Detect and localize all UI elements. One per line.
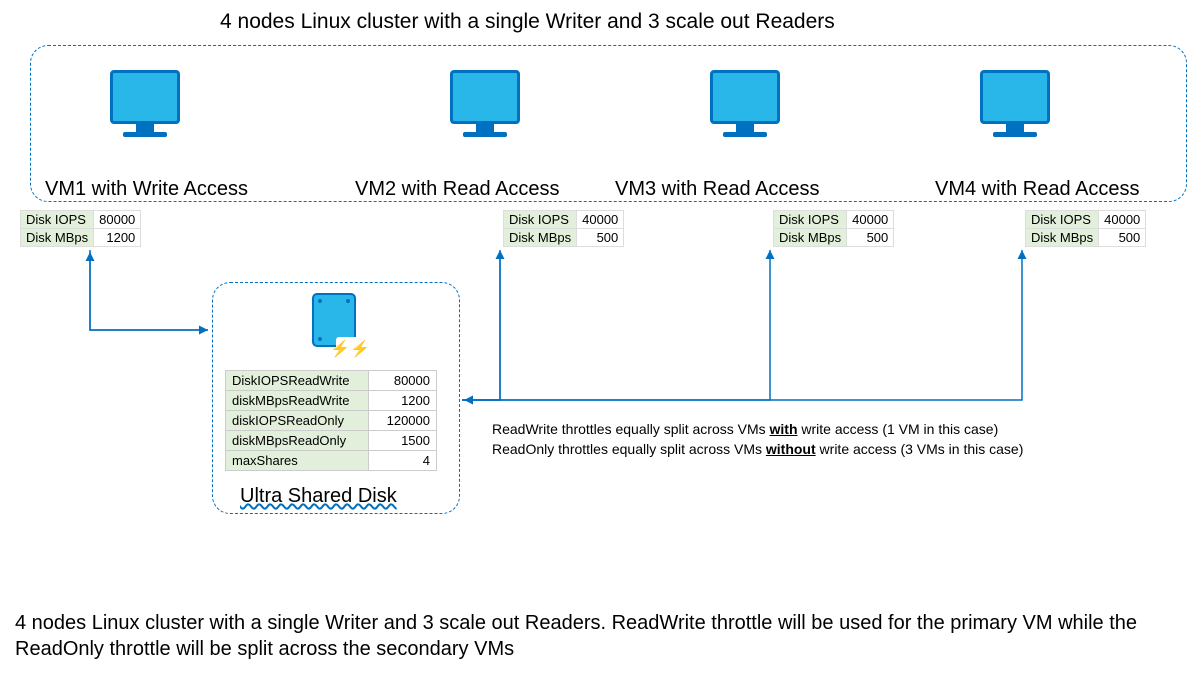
disk-properties-table: DiskIOPSReadWrite80000 diskMBpsReadWrite… <box>225 370 437 471</box>
disk-row-value: 120000 <box>369 411 437 431</box>
note-line2b: without <box>766 441 816 457</box>
vm3-stats: Disk IOPS40000 Disk MBps500 <box>773 210 894 247</box>
monitor-stand-icon <box>736 124 754 132</box>
disk-title: Ultra Shared Disk <box>240 485 397 508</box>
monitor-icon <box>710 70 780 124</box>
vm3-iops-label: Disk IOPS <box>774 211 847 229</box>
monitor-base-icon <box>123 132 167 137</box>
disk-row-label: maxShares <box>226 451 369 471</box>
vm1-mbps-value: 1200 <box>94 229 141 247</box>
vm3-mbps-label: Disk MBps <box>774 229 847 247</box>
vm4-iops-value: 40000 <box>1099 211 1146 229</box>
vm2-iops-label: Disk IOPS <box>504 211 577 229</box>
vm3-mbps-value: 500 <box>847 229 894 247</box>
monitor-icon <box>450 70 520 124</box>
disk-row-value: 1500 <box>369 431 437 451</box>
vm2-stats: Disk IOPS40000 Disk MBps500 <box>503 210 624 247</box>
vm4-mbps-label: Disk MBps <box>1026 229 1099 247</box>
vm2-iops-value: 40000 <box>577 211 624 229</box>
vm4-label: VM4 with Read Access <box>935 178 1140 201</box>
vm4-mbps-value: 500 <box>1099 229 1146 247</box>
vm4 <box>980 70 1050 137</box>
vm1-iops-value: 80000 <box>94 211 141 229</box>
disk-row-label: diskIOPSReadOnly <box>226 411 369 431</box>
monitor-base-icon <box>463 132 507 137</box>
vm3-iops-value: 40000 <box>847 211 894 229</box>
note-line1c: write access (1 VM in this case) <box>798 421 999 437</box>
disk-row-label: DiskIOPSReadWrite <box>226 371 369 391</box>
vm4-iops-label: Disk IOPS <box>1026 211 1099 229</box>
diagram-title: 4 nodes Linux cluster with a single Writ… <box>220 10 835 34</box>
disk-row-value: 1200 <box>369 391 437 411</box>
monitor-icon <box>980 70 1050 124</box>
diagram-caption: 4 nodes Linux cluster with a single Writ… <box>15 610 1185 662</box>
vm1-mbps-label: Disk MBps <box>21 229 94 247</box>
vm1-label: VM1 with Write Access <box>45 178 248 201</box>
disk-row-label: diskMBpsReadOnly <box>226 431 369 451</box>
vm2 <box>450 70 520 137</box>
note-line1b: with <box>770 421 798 437</box>
monitor-base-icon <box>993 132 1037 137</box>
throttle-note: ReadWrite throttles equally split across… <box>492 420 1023 459</box>
vm1 <box>110 70 180 137</box>
vm2-mbps-value: 500 <box>577 229 624 247</box>
vm1-iops-label: Disk IOPS <box>21 211 94 229</box>
monitor-stand-icon <box>136 124 154 132</box>
disk-row-label: diskMBpsReadWrite <box>226 391 369 411</box>
vm3-label: VM3 with Read Access <box>615 178 820 201</box>
note-line2c: write access (3 VMs in this case) <box>816 441 1024 457</box>
monitor-stand-icon <box>1006 124 1024 132</box>
monitor-icon <box>110 70 180 124</box>
disk-row-value: 4 <box>369 451 437 471</box>
monitor-base-icon <box>723 132 767 137</box>
note-line2a: ReadOnly throttles equally split across … <box>492 441 766 457</box>
vm2-mbps-label: Disk MBps <box>504 229 577 247</box>
vm2-label: VM2 with Read Access <box>355 178 560 201</box>
vm1-stats: Disk IOPS80000 Disk MBps1200 <box>20 210 141 247</box>
vm3 <box>710 70 780 137</box>
note-line1a: ReadWrite throttles equally split across… <box>492 421 770 437</box>
disk-row-value: 80000 <box>369 371 437 391</box>
vm4-stats: Disk IOPS40000 Disk MBps500 <box>1025 210 1146 247</box>
lightning-icon: ⚡⚡ <box>336 337 364 361</box>
monitor-stand-icon <box>476 124 494 132</box>
